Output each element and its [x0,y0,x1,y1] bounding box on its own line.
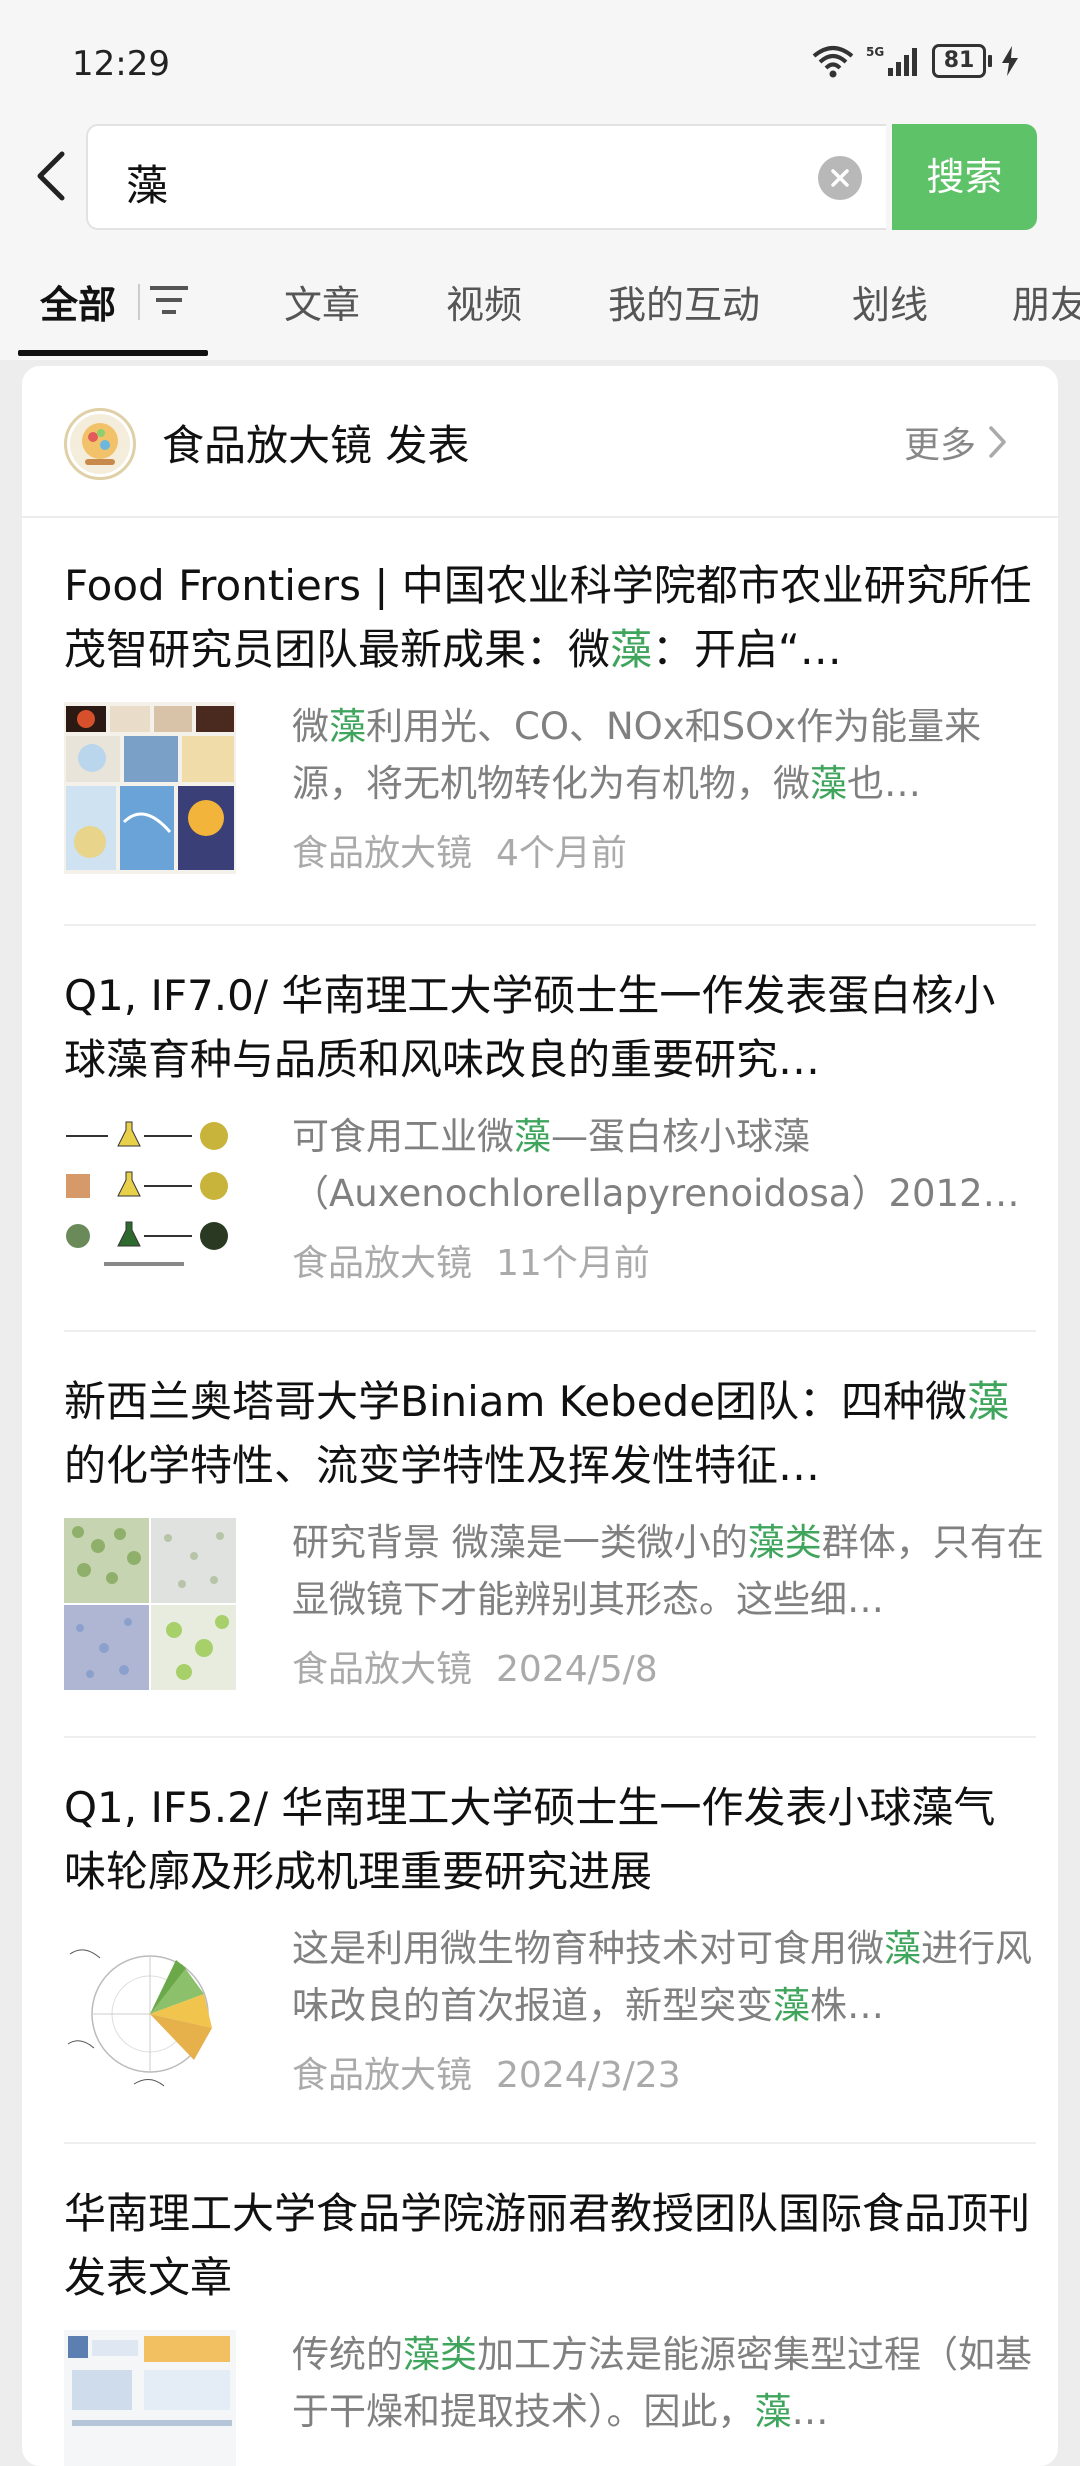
signal-icon: 5G [866,45,917,76]
process-diagram-thumbnail [64,2330,236,2466]
result-source: 食品放大镜 [292,2055,473,2096]
svg-text:5G: 5G [866,45,884,59]
infographic-thumbnail [64,702,236,874]
result-time: 11个月前 [496,1243,650,1284]
tab-underlines[interactable]: 划线 [852,274,928,329]
result-title: 华南理工大学食品学院游丽君教授团队国际食品顶刊发表文章 [64,2189,1031,2302]
result-description: 这是利用微生物育种技术对可食用微藻进行风味改良的首次报道，新型突变藻株… [292,1927,1032,2027]
header: 12:29 5G 81 藻 搜索 全部 文章 视频 我的互动 划线 朋友 [0,0,1080,360]
back-arrow-icon [37,151,65,201]
result-description: 传统的藻类加工方法是能源密集型过程（如基于干燥和提取技术）。因此，藻… [292,2333,1032,2433]
tab-articles[interactable]: 文章 [284,274,360,329]
result-meta: 食品放大镜 4个月前 [292,824,627,876]
result-title: Q1, IF7.0/ 华南理工大学硕士生一作发表蛋白核小球藻育种与品质和风味改良… [64,971,996,1084]
result-item[interactable]: Q1, IF5.2/ 华南理工大学硕士生一作发表小球藻气味轮廓及形成机理重要研究… [64,1738,1036,2100]
account-header[interactable]: 食品放大镜 发表 更多 [22,366,1058,518]
result-item[interactable]: 新西兰奥塔哥大学Biniam Kebede团队：四种微藻的化学特性、流变学特性及… [64,1332,1044,1694]
result-description: 可食用工业微藻—蛋白核小球藻（Auxenochlorellapyrenoidos… [292,1115,1020,1215]
result-title: 新西兰奥塔哥大学Biniam Kebede团队：四种微藻的化学特性、流变学特性及… [64,1377,1010,1490]
search-query: 藻 [126,161,169,210]
battery-icon: 81 [932,44,992,78]
result-time: 2024/5/8 [496,1649,658,1690]
result-description: 微藻利用光、CO、NOx和SOx作为能量来源，将无机物转化为有机物，微藻也… [292,705,982,805]
clear-button[interactable] [818,156,862,200]
filter-icon[interactable] [150,282,190,322]
radar-chart-thumbnail [64,1924,236,2096]
tab-all[interactable]: 全部 [40,274,116,329]
result-meta: 食品放大镜 2024/3/23 [292,2046,681,2098]
search-button[interactable]: 搜索 [892,124,1037,230]
tab-videos[interactable]: 视频 [446,274,522,329]
close-icon [831,169,849,187]
result-meta: 食品放大镜 2024/5/8 [292,1640,658,1692]
result-source: 食品放大镜 [292,833,473,874]
more-label: 更多 [903,425,976,466]
result-item[interactable]: Food Frontiers | 中国农业科学院都市农业研究所任茂智研究员团队最… [64,516,1036,878]
avatar [64,408,136,480]
result-description: 研究背景 微藻是一类微小的藻类群体，只有在显微镜下才能辨别其形态。这些细… [292,1521,1044,1621]
result-source: 食品放大镜 [292,1649,473,1690]
result-time: 4个月前 [496,833,627,874]
result-title: Q1, IF5.2/ 华南理工大学硕士生一作发表小球藻气味轮廓及形成机理重要研究… [64,1783,996,1896]
result-item[interactable]: 华南理工大学食品学院游丽君教授团队国际食品顶刊发表文章 传统的藻类加工方法是能源… [64,2144,1036,2466]
tab-friends[interactable]: 朋友 [1012,274,1080,329]
results-card: 食品放大镜 发表 更多 Food Frontiers | 中国农业科学院都市农业… [22,366,1058,2466]
status-icons: 5G 81 [810,44,1018,78]
status-time: 12:29 [72,44,170,84]
breeding-strategy-thumbnail [64,1112,236,1284]
account-name: 食品放大镜 发表 [162,421,470,470]
back-button[interactable] [30,148,86,208]
tab-my-interactions[interactable]: 我的互动 [608,274,760,329]
chevron-right-icon [989,426,1006,458]
result-meta: 食品放大镜 11个月前 [292,1234,650,1286]
result-source: 食品放大镜 [292,1243,473,1284]
result-title: Food Frontiers | 中国农业科学院都市农业研究所任茂智研究员团队最… [64,561,1032,674]
result-item[interactable]: Q1, IF7.0/ 华南理工大学硕士生一作发表蛋白核小球藻育种与品质和风味改良… [64,926,1036,1288]
wifi-icon [812,46,854,78]
battery-level: 81 [932,44,986,78]
active-tab-indicator [18,350,208,356]
tab-bar: 全部 文章 视频 我的互动 划线 朋友 [0,250,1080,360]
more-link[interactable]: 更多 [904,416,1008,468]
search-bar: 藻 搜索 [0,124,1080,232]
charging-icon [1002,46,1018,76]
search-input[interactable]: 藻 [86,124,886,230]
microscope-thumbnail [64,1518,236,1690]
result-time: 2024/3/23 [496,2055,681,2096]
status-bar: 12:29 5G 81 [0,0,1080,120]
